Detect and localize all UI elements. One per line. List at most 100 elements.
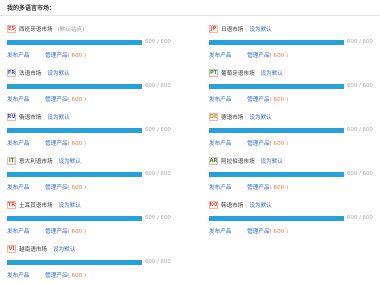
set-default-link[interactable]: 设为默认 bbox=[47, 113, 69, 121]
product-count: ( 600 ) bbox=[269, 53, 289, 59]
quota-progress-bar bbox=[7, 40, 142, 45]
publish-product-link[interactable]: 发布产品 bbox=[209, 141, 231, 147]
quota-progress-bar bbox=[209, 40, 344, 45]
market-ru: RU 俄语市场 设为默认 600 / 600 发布产品 管理产品( 600 ) bbox=[7, 112, 174, 152]
flag-tr-icon: TR bbox=[7, 201, 16, 209]
set-default-link[interactable]: 设为默认 bbox=[249, 113, 271, 121]
product-count: ( 600 ) bbox=[67, 97, 87, 103]
default-site-label: (默认站点) bbox=[57, 27, 85, 33]
manage-product-link[interactable]: 管理产品( 600 ) bbox=[247, 141, 288, 147]
flag-es-icon: ES bbox=[7, 25, 16, 33]
publish-product-link[interactable]: 发布产品 bbox=[209, 97, 231, 103]
publish-product-link[interactable]: 发布产品 bbox=[7, 97, 29, 103]
market-vi: VI 越南语市场 设为默认 600 / 600 发布产品 管理产品( 600 ) bbox=[7, 244, 174, 284]
quota-progress-bar bbox=[209, 128, 344, 133]
set-default-link[interactable]: 设为默认 bbox=[53, 245, 75, 253]
quota-progress-text: 600 / 600 bbox=[145, 215, 171, 221]
quota-progress-text: 600 / 600 bbox=[347, 171, 373, 177]
market-it: IT 意大利语市场 设为默认 600 / 600 发布产品 管理产品( 600 … bbox=[7, 156, 174, 196]
flag-ru-icon: RU bbox=[7, 113, 16, 121]
publish-product-link[interactable]: 发布产品 bbox=[7, 141, 29, 147]
publish-product-link[interactable]: 发布产品 bbox=[7, 229, 29, 235]
product-count: ( 600 ) bbox=[269, 141, 289, 147]
market-es: ES 西班牙语市场 (默认站点) 600 / 600 发布产品 管理产品( 60… bbox=[7, 24, 174, 64]
quota-progress-text: 600 / 600 bbox=[145, 171, 171, 177]
flag-de-icon: DE bbox=[209, 113, 218, 121]
quota-progress-text: 600 / 600 bbox=[145, 259, 171, 265]
product-count: ( 600 ) bbox=[67, 229, 87, 235]
manage-product-link[interactable]: 管理产品( 600 ) bbox=[45, 53, 86, 59]
quota-progress-bar bbox=[7, 128, 142, 133]
quota-progress-text: 600 / 600 bbox=[145, 39, 171, 45]
manage-product-link[interactable]: 管理产品( 600 ) bbox=[45, 273, 86, 279]
quota-progress-bar bbox=[7, 260, 142, 265]
product-count: ( 600 ) bbox=[67, 185, 87, 191]
set-default-link[interactable]: 设为默认 bbox=[59, 157, 81, 165]
quota-progress-bar bbox=[7, 172, 142, 177]
flag-ko-icon: KO bbox=[209, 201, 218, 209]
market-ko: KO 韩语市场 设为默认 600 / 600 发布产品 管理产品( 600 ) bbox=[209, 200, 376, 240]
publish-product-link[interactable]: 发布产品 bbox=[209, 185, 231, 191]
flag-it-icon: IT bbox=[7, 157, 16, 165]
header-divider bbox=[0, 15, 380, 16]
publish-product-link[interactable]: 发布产品 bbox=[209, 229, 231, 235]
publish-product-link[interactable]: 发布产品 bbox=[7, 53, 29, 59]
set-default-link[interactable]: 设为默认 bbox=[249, 201, 271, 209]
market-name: 意大利语市场 bbox=[19, 159, 53, 165]
manage-product-link[interactable]: 管理产品( 600 ) bbox=[247, 97, 288, 103]
quota-progress-text: 600 / 600 bbox=[145, 127, 171, 133]
market-name: 法语市场 bbox=[19, 71, 42, 77]
publish-product-link[interactable]: 发布产品 bbox=[7, 273, 29, 279]
flag-fr-icon: FR bbox=[7, 69, 16, 77]
quota-progress-text: 600 / 600 bbox=[347, 127, 373, 133]
product-count: ( 600 ) bbox=[67, 273, 87, 279]
market-name: 越南语市场 bbox=[19, 247, 47, 253]
market-name: 土耳其语市场 bbox=[19, 203, 53, 209]
market-name: 阿拉伯语市场 bbox=[221, 159, 255, 165]
quota-progress-bar bbox=[209, 216, 344, 221]
manage-product-link[interactable]: 管理产品( 600 ) bbox=[247, 229, 288, 235]
market-ar: AR 阿拉伯语市场 设为默认 600 / 600 发布产品 管理产品( 600 … bbox=[209, 156, 376, 196]
manage-product-link[interactable]: 管理产品( 600 ) bbox=[45, 141, 86, 147]
market-de: DE 德语市场 设为默认 600 / 600 发布产品 管理产品( 600 ) bbox=[209, 112, 376, 152]
manage-product-link[interactable]: 管理产品( 600 ) bbox=[45, 229, 86, 235]
market-name: 韩语市场 bbox=[221, 203, 244, 209]
flag-jp-icon: JP bbox=[209, 25, 218, 33]
quota-progress-text: 600 / 600 bbox=[347, 39, 373, 45]
market-pt: PT 葡萄牙语市场 设为默认 600 / 600 发布产品 管理产品( 600 … bbox=[209, 68, 376, 108]
set-default-link[interactable]: 设为默认 bbox=[59, 201, 81, 209]
quota-progress-text: 600 / 600 bbox=[347, 215, 373, 221]
product-count: ( 600 ) bbox=[67, 141, 87, 147]
manage-product-link[interactable]: 管理产品( 600 ) bbox=[45, 185, 86, 191]
flag-vi-icon: VI bbox=[7, 245, 16, 253]
quota-progress-bar bbox=[7, 216, 142, 221]
manage-product-link[interactable]: 管理产品( 600 ) bbox=[247, 53, 288, 59]
market-name: 日语市场 bbox=[221, 27, 244, 33]
market-name: 葡萄牙语市场 bbox=[221, 71, 255, 77]
product-count: ( 600 ) bbox=[269, 97, 289, 103]
market-fr: FR 法语市场 设为默认 600 / 600 发布产品 管理产品( 600 ) bbox=[7, 68, 174, 108]
flag-ar-icon: AR bbox=[209, 157, 218, 165]
publish-product-link[interactable]: 发布产品 bbox=[209, 53, 231, 59]
quota-progress-text: 600 / 600 bbox=[347, 83, 373, 89]
quota-progress-bar bbox=[209, 84, 344, 89]
quota-progress-text: 600 / 600 bbox=[145, 83, 171, 89]
quota-progress-bar bbox=[7, 84, 142, 89]
manage-product-link[interactable]: 管理产品( 600 ) bbox=[247, 185, 288, 191]
flag-pt-icon: PT bbox=[209, 69, 218, 77]
product-count: ( 600 ) bbox=[269, 185, 289, 191]
manage-product-link[interactable]: 管理产品( 600 ) bbox=[45, 97, 86, 103]
publish-product-link[interactable]: 发布产品 bbox=[7, 185, 29, 191]
market-name: 德语市场 bbox=[221, 115, 244, 121]
set-default-link[interactable]: 设为默认 bbox=[261, 69, 283, 77]
market-name: 西班牙语市场 bbox=[19, 27, 53, 33]
market-tr: TR 土耳其语市场 设为默认 600 / 600 发布产品 管理产品( 600 … bbox=[7, 200, 174, 240]
market-name: 俄语市场 bbox=[19, 115, 42, 121]
set-default-link[interactable]: 设为默认 bbox=[261, 157, 283, 165]
quota-progress-bar bbox=[209, 172, 344, 177]
product-count: ( 600 ) bbox=[67, 53, 87, 59]
page-title: 我的多语言市场： bbox=[7, 5, 56, 12]
set-default-link[interactable]: 设为默认 bbox=[249, 25, 271, 33]
set-default-link[interactable]: 设为默认 bbox=[47, 69, 69, 77]
product-count: ( 600 ) bbox=[269, 229, 289, 235]
